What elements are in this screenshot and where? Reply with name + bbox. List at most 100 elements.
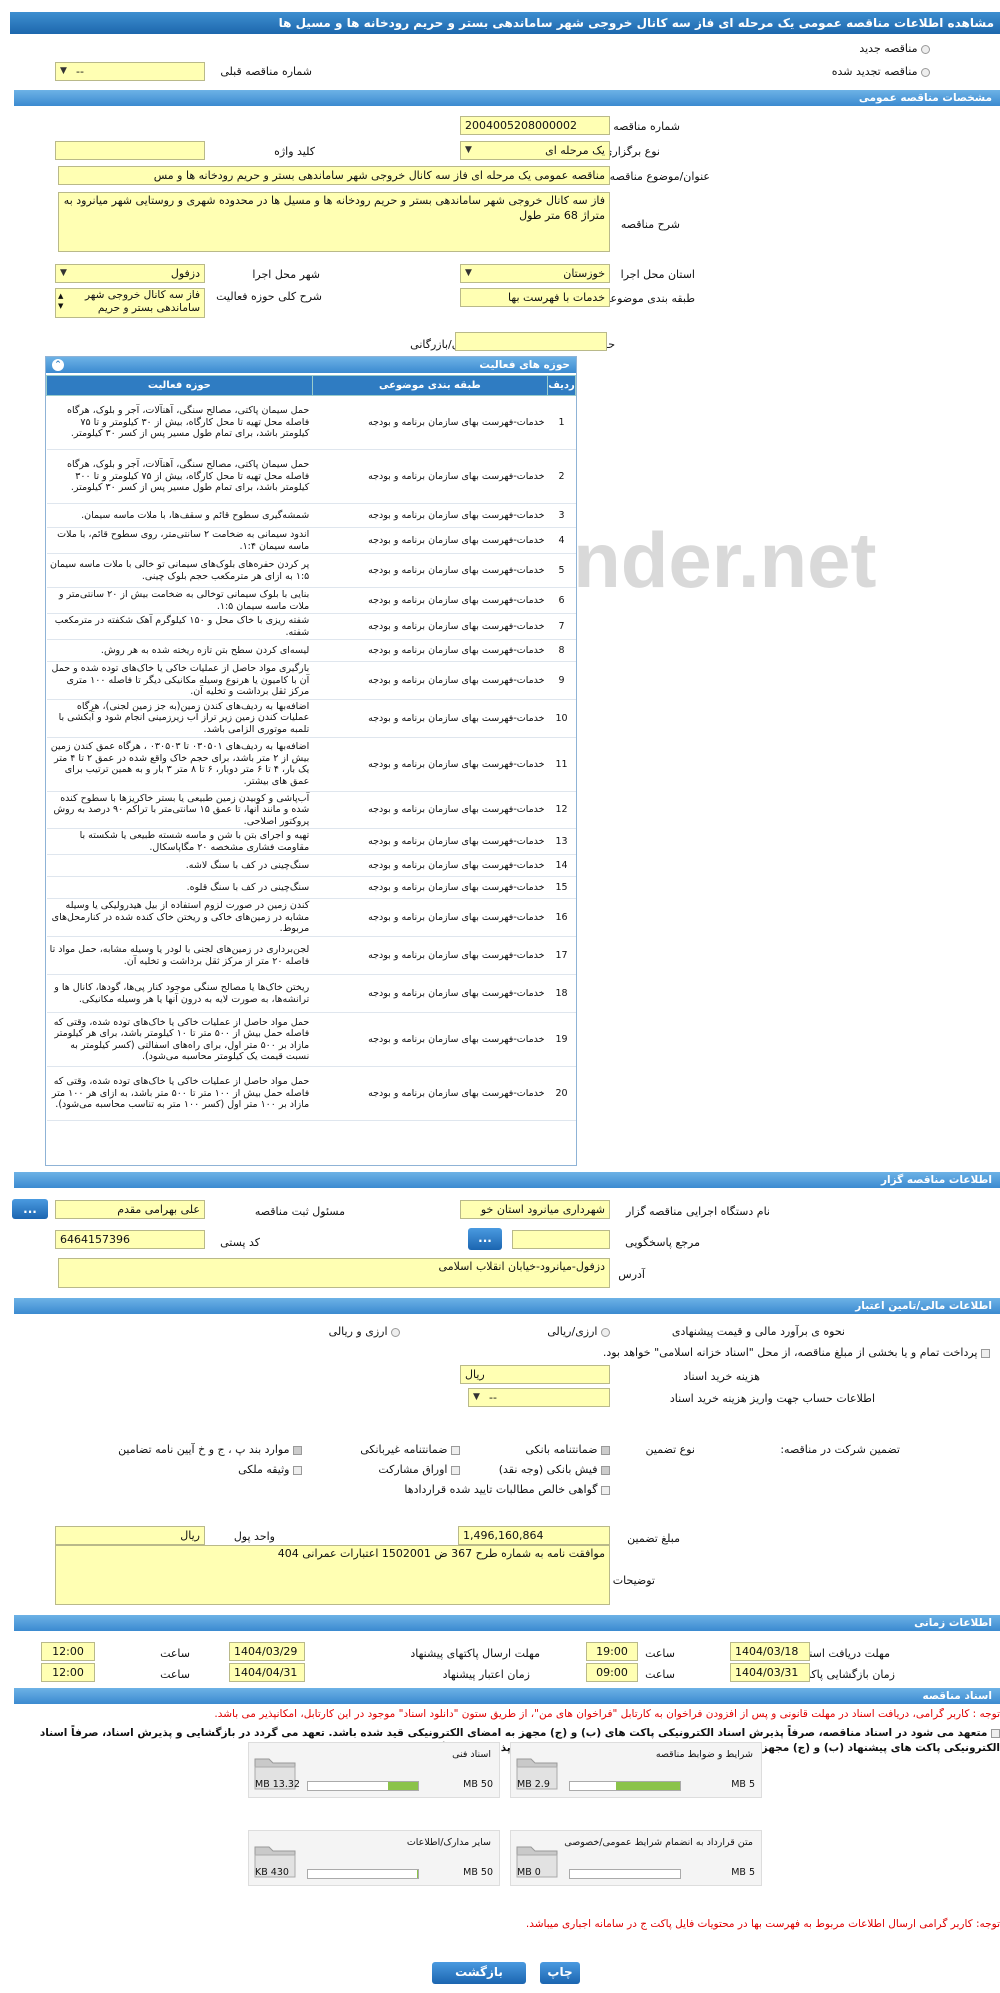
row-category: خدمات-فهرست بهای سازمان برنامه و بودجه [312,613,548,640]
doc-title: اسناد فنی [452,1749,491,1760]
checkbox-icon[interactable] [451,1465,460,1475]
doc-cost-unit: ریال [465,1368,485,1381]
g-cash-label: فیش بانکی (وجه نقد) [498,1463,598,1476]
checkbox-icon[interactable] [991,1728,1000,1738]
checkbox-checked-icon[interactable] [293,1445,302,1455]
row-activity: حمل سیمان پاکتی، مصالح سنگی، آهنآلات، آج… [46,449,313,504]
doc-box[interactable]: سایر مدارک/اطلاعات 50 MB 430 KB [248,1830,500,1886]
table-row: 14 خدمات-فهرست بهای سازمان برنامه و بودجه… [46,854,576,877]
province-select[interactable]: خوزستان ▼ [460,264,610,283]
resp-field: علی بهرامی مقدم [55,1200,205,1219]
checkbox-icon[interactable] [451,1445,460,1455]
row-activity: حمل سیمان پاکتی، مصالح سنگی، آهنآلات، آج… [46,395,313,450]
checkbox-icon[interactable] [601,1485,610,1495]
radio-icon[interactable] [601,1327,610,1337]
row-number: 15 [547,876,576,899]
prev-number-label: شماره مناقصه قبلی [220,65,312,78]
resp-more-button[interactable]: ... [12,1199,48,1219]
doc-title: متن قرارداد به انضمام شرایط عمومی/خصوصی [564,1837,753,1848]
row-number: 16 [547,898,576,937]
checkbox-checked-icon[interactable] [601,1445,610,1455]
doc-total-size: 50 MB [463,1867,493,1878]
city-select[interactable]: دزفول ▼ [55,264,205,283]
amount-label: مبلغ تضمین [627,1532,680,1545]
hold-type-select[interactable]: یک مرحله ای ▼ [460,141,610,160]
general-section-header: مشخصات مناقصه عمومی [14,90,1000,106]
prev-number-select[interactable]: -- ▼ [55,62,205,81]
treasury-label: پرداخت تمام و یا بخشی از مبلغ مناقصه، از… [602,1346,978,1359]
row-number: 2 [547,449,576,504]
notes-field: موافقت نامه به شماره طرح 367 ض 1502001 ا… [55,1545,610,1605]
row-activity: سنگ‌چینی در کف با سنگ قلوه. [46,876,313,899]
collapse-icon[interactable]: ⌃ [52,359,64,371]
activities-scroll[interactable]: ردیف طبقه بندی موضوعی حوزه فعالیت 1 خدمات… [46,373,576,1165]
scroll-arrows-icon[interactable]: ▲ ▼ [58,291,63,311]
table-row: 17 خدمات-فهرست بهای سازمان برنامه و بودجه… [46,936,576,975]
chevron-down-icon: ▼ [60,66,67,76]
print-button[interactable]: چاپ [540,1962,580,1984]
row-number: 6 [547,587,576,614]
method-opt2[interactable]: ارزی و ریالی [329,1325,400,1338]
category-label: طبقه بندی موضوعی [601,292,695,305]
docs-section-header: اسناد مناقصه [14,1688,1000,1704]
g-claims-option[interactable]: گواهی خالص مطالبات تایید شده قراردادها [404,1483,610,1496]
ref-lookup-button[interactable]: ... [468,1228,502,1250]
g-clause-option[interactable]: موارد بند پ ، ج و خ آیین نامه تضامین [118,1443,302,1456]
doc-title: شرایط و ضوابط مناقصه [655,1749,753,1760]
row-activity: تهیه و اجرای بتن با شن و ماسه شسته طبیعی… [46,828,313,855]
radio-renewed-icon[interactable] [921,67,930,77]
back-button[interactable]: بازگشت [432,1962,526,1984]
open-hour-label: ساعت [645,1668,675,1681]
g-nonbank-option[interactable]: ضمانتنامه غیربانکی [360,1443,460,1456]
doc-total-size: 5 MB [731,1779,755,1790]
desc-field: فاز سه کانال خروجی شهر ساماندهی بستر و ح… [58,192,610,252]
activities-panel: حوزه های فعالیت ⌃ ردیف طبقه بندی موضوعی ح… [45,356,577,1166]
table-row: 8 خدمات-فهرست بهای سازمان برنامه و بودجه ل… [46,639,576,662]
col-activity: حوزه فعالیت [46,375,313,396]
chevron-down-icon: ▼ [473,1392,480,1402]
g-property-option[interactable]: وثیقه ملکی [238,1463,302,1476]
table-row: 13 خدمات-فهرست بهای سازمان برنامه و بودجه… [46,828,576,855]
postal-label: کد پستی [220,1236,260,1249]
min-score-field [455,332,607,351]
row-category: خدمات-فهرست بهای سازمان برنامه و بودجه [312,828,548,855]
row-category: خدمات-فهرست بهای سازمان برنامه و بودجه [312,876,548,899]
g-cash-option[interactable]: فیش بانکی (وجه نقد) [499,1463,610,1476]
amount-field: 1,496,160,864 [458,1526,610,1545]
chevron-down-icon: ▼ [465,268,472,278]
radio-renewed-tender[interactable]: مناقصه تجدید شده [832,65,930,78]
keyword-field[interactable] [55,141,205,160]
radio-new-tender[interactable]: مناقصه جدید [859,42,930,55]
guarantee-type-label: نوع تضمین [645,1443,695,1456]
account-select[interactable]: -- ▼ [468,1388,610,1407]
radio-icon[interactable] [391,1327,400,1337]
finance-section-header: اطلاعات مالی/تامین اعتبار [14,1298,1000,1314]
g-bonds-option[interactable]: اوراق مشارکت [378,1463,460,1476]
unit-field: ریال [55,1526,205,1545]
table-row: 15 خدمات-فهرست بهای سازمان برنامه و بودجه… [46,876,576,899]
keyword-label: کلید واژه [274,145,315,158]
ref-field [512,1230,610,1249]
row-number: 1 [547,395,576,450]
radio-new-icon[interactable] [921,44,930,54]
method-opt1[interactable]: ارزی/ریالی [547,1325,610,1338]
row-category: خدمات-فهرست بهای سازمان برنامه و بودجه [312,449,548,504]
checkbox-icon[interactable] [981,1348,990,1358]
g-bank-label: ضمانتنامه بانکی [525,1443,598,1456]
method-label: نحوه ی برآورد مالی و قیمت پیشنهادی [671,1325,845,1338]
doc-box[interactable]: شرایط و ضوابط مناقصه 5 MB 2.9 MB [510,1742,762,1798]
doc-box[interactable]: اسناد فنی 50 MB 13.32 MB [248,1742,500,1798]
row-activity: سنگ‌چینی در کف با سنگ لاشه. [46,854,313,877]
address-field: دزفول-میانرود-خیابان انقلاب اسلامی [58,1258,610,1288]
doc-cost-label: هزینه خرید اسناد [683,1370,760,1383]
doc-box[interactable]: متن قرارداد به انضمام شرایط عمومی/خصوصی 5… [510,1830,762,1886]
checkbox-icon[interactable] [293,1465,302,1475]
row-category: خدمات-فهرست بهای سازمان برنامه و بودجه [312,503,548,528]
row-number: 20 [547,1066,576,1121]
city-label: شهر محل اجرا [252,268,320,281]
row-activity: اضافه‌بها به ردیف‌های ۰۳۰۵۰۱ تا ۰۳۰۵۰۳ ،… [46,737,313,792]
treasury-option[interactable]: پرداخت تمام و یا بخشی از مبلغ مناقصه، از… [603,1346,990,1359]
checkbox-checked-icon[interactable] [601,1465,610,1475]
row-category: خدمات-فهرست بهای سازمان برنامه و بودجه [312,699,548,738]
g-bank-option[interactable]: ضمانتنامه بانکی [525,1443,610,1456]
